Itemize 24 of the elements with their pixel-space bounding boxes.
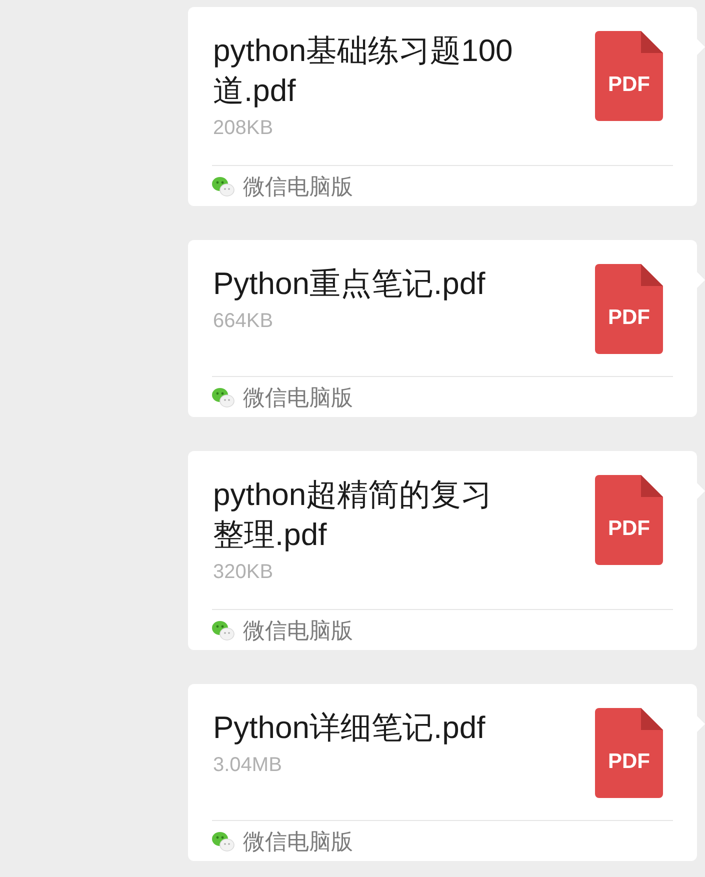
file-message-card[interactable]: python基础练习题100道.pdf 208KB PDF 微信电脑版: [188, 7, 697, 206]
file-name: Python详细笔记.pdf: [213, 709, 486, 747]
pdf-file-icon: PDF: [595, 475, 663, 565]
file-name: Python重点笔记.pdf: [213, 265, 486, 303]
wechat-icon: [211, 386, 235, 408]
source-label: 微信电脑版: [243, 172, 353, 200]
wechat-icon: [211, 175, 235, 197]
source-label: 微信电脑版: [243, 384, 353, 412]
file-size: 3.04MB: [213, 753, 283, 778]
wechat-icon: [211, 619, 235, 641]
file-message-card[interactable]: Python重点笔记.pdf 664KB PDF 微信电脑版: [188, 240, 697, 417]
file-message-card[interactable]: Python详细笔记.pdf 3.04MB PDF 微信电脑版: [188, 684, 697, 861]
source-label: 微信电脑版: [243, 828, 353, 856]
wechat-icon: [211, 830, 235, 852]
file-name: python超精简的复习整理.pdf: [213, 476, 494, 554]
file-size: 208KB: [213, 116, 274, 141]
source-label: 微信电脑版: [243, 616, 353, 644]
file-size: 320KB: [213, 560, 274, 585]
pdf-file-icon: PDF: [595, 264, 663, 354]
pdf-file-icon: PDF: [595, 708, 663, 798]
pdf-file-icon: PDF: [595, 31, 663, 121]
file-size: 664KB: [213, 309, 274, 334]
file-name: python基础练习题100道.pdf: [213, 32, 514, 110]
file-message-card[interactable]: python超精简的复习整理.pdf 320KB PDF 微信电脑版: [188, 451, 697, 650]
